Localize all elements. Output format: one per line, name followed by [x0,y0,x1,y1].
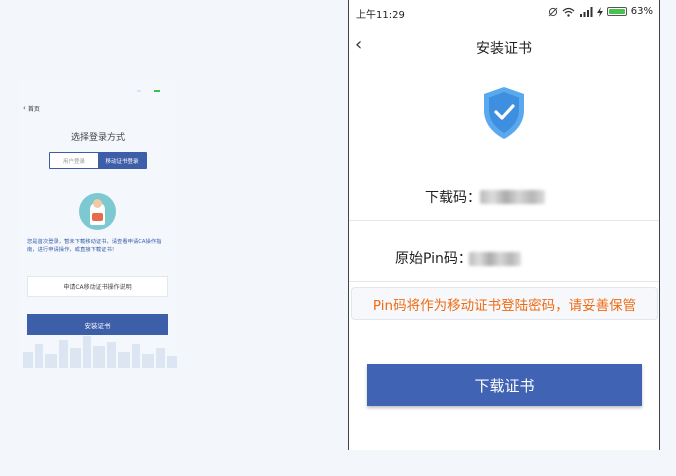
install-certificate-screen: 上午11:29 63% ‹ 安装证书 下载码： 原始Pin码： Pin码将作为移… [348,0,660,450]
shield-check-icon [484,87,524,139]
battery-fill [608,9,625,14]
nav-bar: ‹ 安装证书 [349,30,659,64]
mute-icon [548,7,558,16]
status-time: 上午11:29 [356,10,405,21]
tab-user-login[interactable]: 用户登录 [50,153,98,168]
login-type-tabs: 用户登录 移动证书登录 [49,152,147,169]
illustration-shirt [92,213,103,221]
wifi-icon [562,7,575,17]
battery-percent: 63% [630,6,653,17]
pin-code-value-redacted [469,252,521,266]
login-method-screen: ‹ 首页 选择登录方式 用户登录 移动证书登录 您是首次登录，暂未下载移动证书，… [19,80,177,368]
illustration-head [93,199,102,208]
pin-code-label: 原始Pin码： [395,251,472,267]
download-code-value-redacted [480,190,545,204]
download-code-label: 下载码： [425,190,481,206]
download-certificate-button[interactable]: 下载证书 [367,364,642,406]
battery-icon [606,7,627,16]
page-title: 安装证书 [476,41,532,57]
download-code-row: 下载码： [349,171,659,221]
back-label: 首页 [27,106,40,113]
ca-guide-button[interactable]: 申请CA移动证书操作说明 [27,276,168,297]
status-icons: 63% [548,6,653,17]
tab-certificate-login[interactable]: 移动证书登录 [98,153,146,168]
status-bar: 上午11:29 63% [349,0,659,26]
install-certificate-button[interactable]: 安装证书 [27,314,168,335]
charging-icon [596,6,603,17]
user-illustration [79,193,116,230]
pin-code-row: 原始Pin码： [349,232,659,282]
status-indicator [137,90,141,92]
chevron-left-icon: ‹ [23,104,26,112]
page-title: 选择登录方式 [70,133,125,143]
first-login-message: 您是首次登录，暂未下载移动证书，请查看申请CA操作指南，进行申请操作，或直接下载… [27,239,162,253]
battery-indicator [154,90,160,92]
signal-icon [579,6,593,17]
pin-warning-notice: Pin码将作为移动证书登陆密码，请妥善保管 [351,287,658,320]
back-button[interactable]: ‹ 首页 [23,104,40,114]
city-skyline-decoration [23,336,177,368]
